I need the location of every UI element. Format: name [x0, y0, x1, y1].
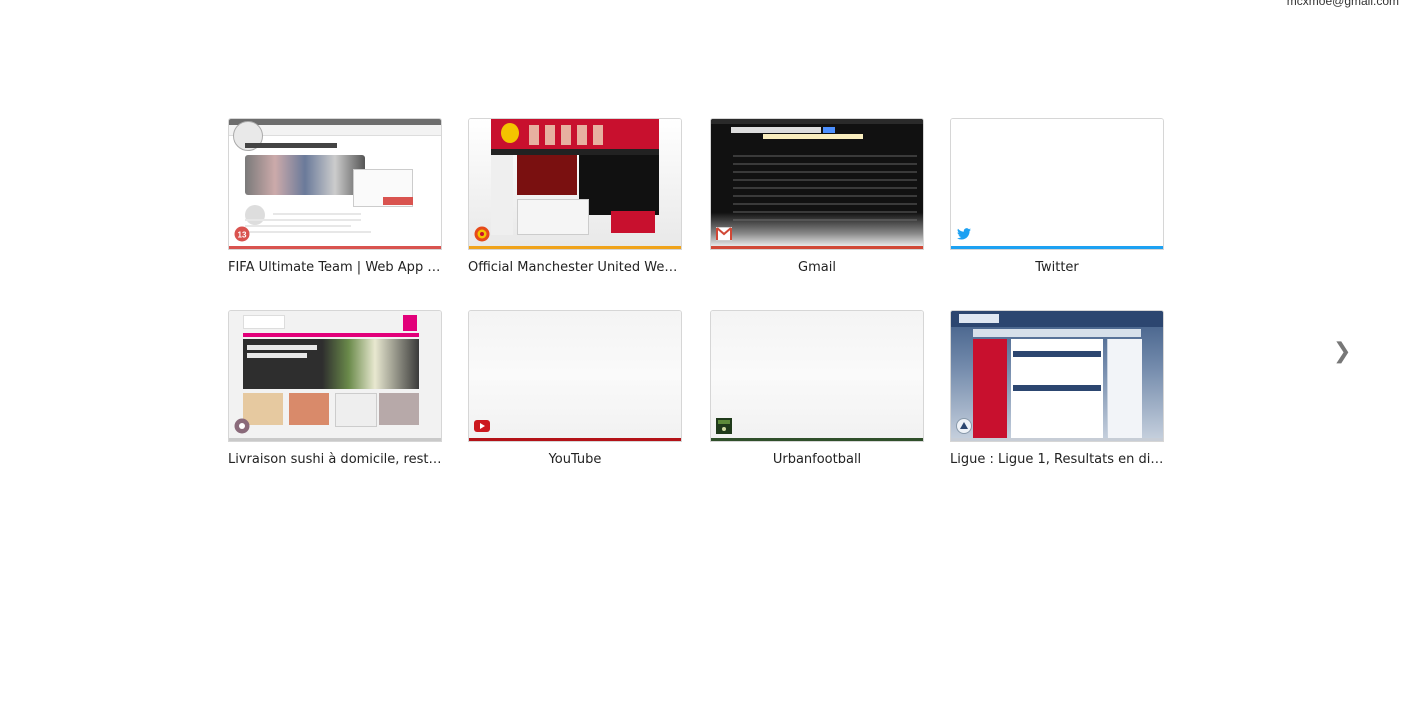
tile-title[interactable]: FIFA Ultimate Team | Web App | ... [228, 260, 442, 275]
tile-accent-bar [951, 438, 1163, 441]
account-email[interactable]: mcxmoe@gmail.com [1287, 0, 1399, 8]
next-page-arrow-icon[interactable]: ❯ [1333, 338, 1351, 366]
tile-accent-bar [229, 438, 441, 441]
tile-thumbnail[interactable] [710, 118, 924, 250]
tile-thumbnail[interactable] [950, 118, 1164, 250]
planet-sushi-icon [234, 418, 250, 434]
tile-manchester-united[interactable]: Official Manchester United Websi... [468, 118, 682, 275]
tile-accent-bar [951, 246, 1163, 249]
svg-text:13: 13 [238, 231, 247, 240]
tile-title[interactable]: YouTube [468, 452, 682, 467]
tile-title[interactable]: Urbanfootball [710, 452, 924, 467]
youtube-icon [474, 418, 490, 434]
tile-thumbnail[interactable] [468, 310, 682, 442]
tile-accent-bar [469, 438, 681, 441]
tile-thumbnail[interactable]: 13 [228, 118, 442, 250]
tile-title[interactable]: Official Manchester United Websi... [468, 260, 682, 275]
manchester-united-crest-icon [474, 226, 490, 242]
tile-gmail[interactable]: Gmail [710, 118, 924, 275]
fifa-13-icon: 13 [234, 226, 250, 242]
gmail-icon [716, 226, 732, 242]
urbanfootball-icon [716, 418, 732, 434]
ligue1-icon [956, 418, 972, 434]
tile-title[interactable]: Ligue : Ligue 1, Resultats en direc... [950, 452, 1164, 467]
most-visited-grid: 13 FIFA Ultimate Team | Web App | ... Of… [228, 118, 1168, 478]
tile-planet-sushi[interactable]: Livraison sushi à domicile, restau... [228, 310, 442, 467]
tile-accent-bar [711, 438, 923, 441]
tile-title[interactable]: Livraison sushi à domicile, restau... [228, 452, 442, 467]
tile-thumbnail[interactable] [950, 310, 1164, 442]
tile-youtube[interactable]: YouTube [468, 310, 682, 467]
tile-ligue1[interactable]: Ligue : Ligue 1, Resultats en direc... [950, 310, 1164, 467]
tile-title[interactable]: Twitter [950, 260, 1164, 275]
tile-title[interactable]: Gmail [710, 260, 924, 275]
tile-accent-bar [469, 246, 681, 249]
tile-thumbnail[interactable] [228, 310, 442, 442]
tile-thumbnail[interactable] [468, 118, 682, 250]
tile-thumbnail[interactable] [710, 310, 924, 442]
tile-urbanfootball[interactable]: Urbanfootball [710, 310, 924, 467]
tile-accent-bar [229, 246, 441, 249]
tile-twitter[interactable]: Twitter [950, 118, 1164, 275]
twitter-bird-icon [956, 226, 972, 242]
tile-accent-bar [711, 246, 923, 249]
tile-fifa[interactable]: 13 FIFA Ultimate Team | Web App | ... [228, 118, 442, 275]
